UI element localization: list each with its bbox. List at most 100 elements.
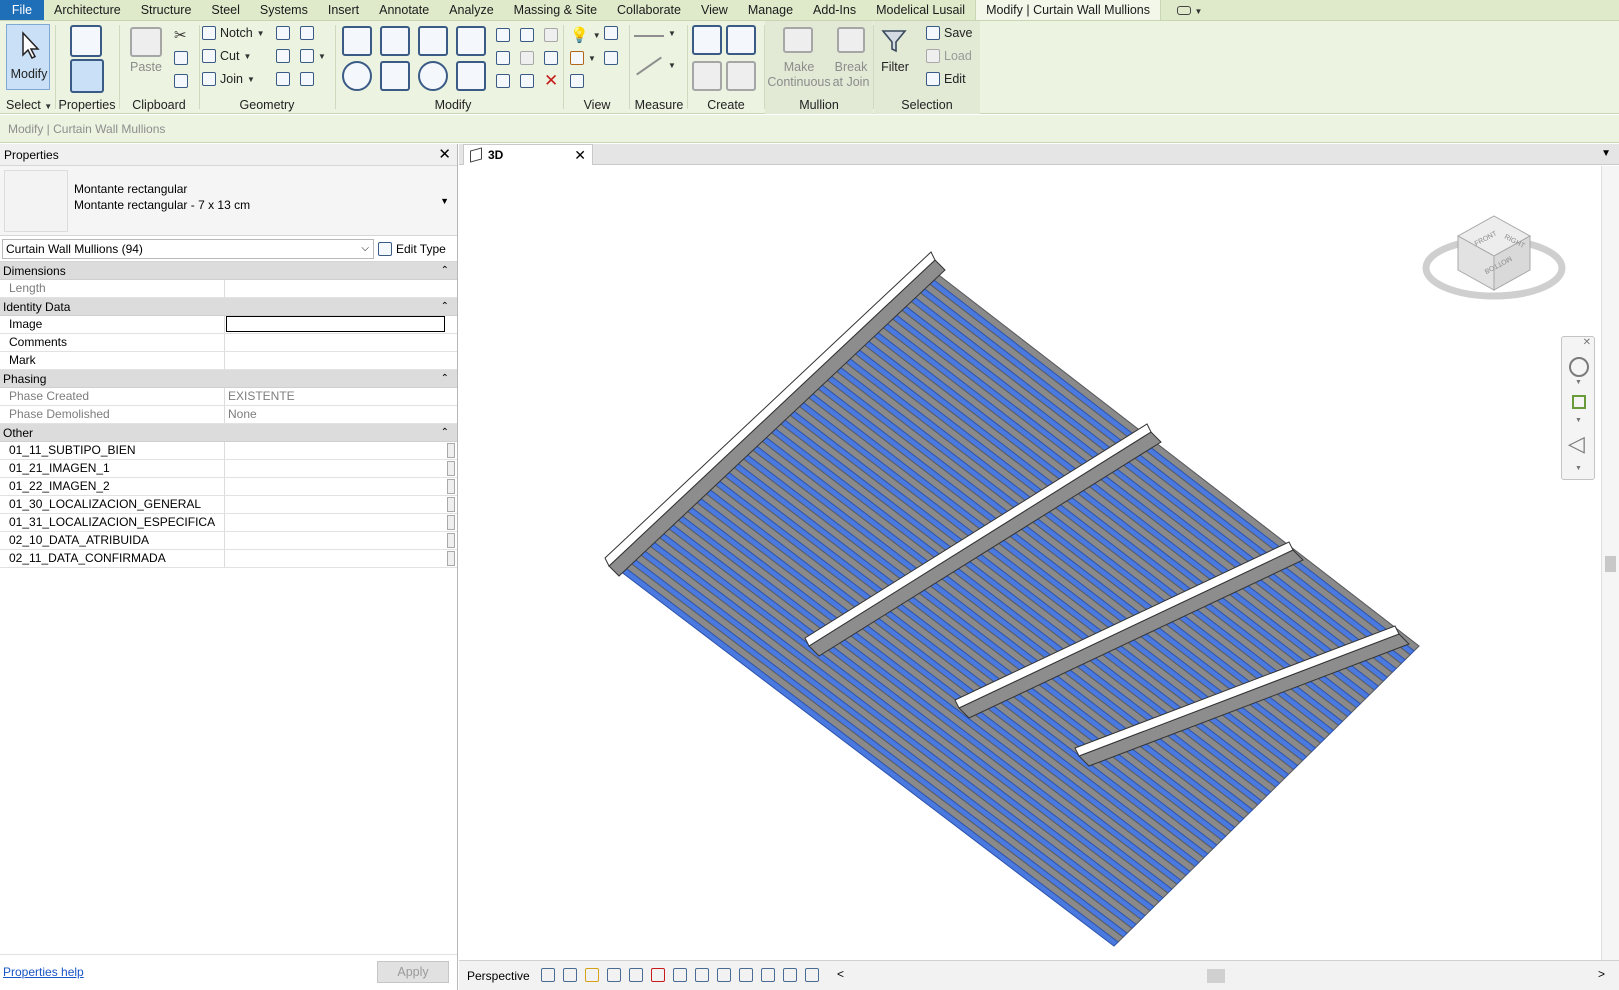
match-properties-button[interactable]: [174, 74, 188, 88]
highlight-displacement-icon[interactable]: [805, 968, 819, 982]
detail-level-icon[interactable]: [541, 968, 555, 982]
edit-type-button[interactable]: Edit Type: [378, 239, 454, 259]
scroll-left-arrow-icon[interactable]: <: [837, 967, 844, 981]
property-value-cell[interactable]: [225, 532, 457, 549]
property-value-cell[interactable]: [225, 460, 457, 477]
select-dropdown[interactable]: Select ▼: [0, 98, 54, 112]
associate-parameter-button[interactable]: [447, 461, 455, 476]
edit-selection-button[interactable]: Edit: [926, 72, 966, 86]
tab-systems[interactable]: Systems: [250, 0, 318, 20]
trim-single-button[interactable]: [496, 74, 510, 88]
vertical-scrollbar[interactable]: [1601, 166, 1619, 960]
viewcube[interactable]: FRONT RIGHT BOTTOM: [1420, 210, 1568, 310]
properties-icon[interactable]: [70, 59, 104, 93]
tab-modelical-lusail[interactable]: Modelical Lusail: [866, 0, 975, 20]
associate-parameter-button[interactable]: [447, 533, 455, 548]
tab-annotate[interactable]: Annotate: [369, 0, 439, 20]
filter-button[interactable]: Filter: [876, 60, 914, 74]
cut-clipboard-button[interactable]: ✂: [174, 26, 187, 44]
view-scale-perspective[interactable]: Perspective: [467, 969, 530, 983]
reveal-hidden-icon[interactable]: [739, 968, 753, 982]
image-value-input[interactable]: [226, 316, 445, 332]
tab-manage[interactable]: Manage: [738, 0, 803, 20]
copy-element-icon[interactable]: [380, 61, 410, 91]
notch-button[interactable]: Notch ▼: [202, 26, 265, 40]
orbit-icon[interactable]: ◁: [1568, 431, 1585, 457]
section-dimensions[interactable]: Dimensions ⌃: [0, 262, 457, 280]
trim-extend-icon[interactable]: [456, 61, 486, 91]
close-icon[interactable]: ✕: [1583, 337, 1591, 348]
unpin-button[interactable]: [544, 28, 558, 42]
break-at-join-button[interactable]: Break at Join: [831, 60, 871, 90]
close-icon[interactable]: ✕: [438, 144, 451, 166]
associate-parameter-button[interactable]: [447, 515, 455, 530]
shadows-icon[interactable]: [607, 968, 621, 982]
section-identity-data[interactable]: Identity Data ⌃: [0, 298, 457, 316]
section-phasing[interactable]: Phasing ⌃: [0, 370, 457, 388]
tab-steel[interactable]: Steel: [201, 0, 250, 20]
tab-3d-view[interactable]: 3D ✕: [463, 144, 593, 165]
tab-architecture[interactable]: Architecture: [44, 0, 131, 20]
lock-3d-view-icon[interactable]: [695, 968, 709, 982]
chevron-down-icon[interactable]: ▼: [1575, 465, 1582, 472]
horizontal-scrollbar-thumb[interactable]: [1207, 969, 1225, 983]
zoom-icon[interactable]: [1572, 395, 1586, 409]
split-face-button[interactable]: [300, 26, 314, 40]
hide-in-view-button[interactable]: 💡 ▼: [570, 26, 601, 44]
tab-analyze[interactable]: Analyze: [439, 0, 503, 20]
ribbon-display-toggle[interactable]: ▼: [1171, 0, 1208, 20]
type-properties-icon[interactable]: [70, 25, 102, 57]
scale-button[interactable]: [520, 51, 534, 65]
split-element-button[interactable]: [496, 28, 510, 42]
temporary-hide-icon[interactable]: [717, 968, 731, 982]
make-continuous-button[interactable]: Make Continuous: [767, 60, 831, 90]
demolish-button[interactable]: ▼: [300, 49, 326, 63]
line-style-button[interactable]: [604, 51, 618, 65]
type-selector[interactable]: Montante rectangular Montante rectangula…: [0, 166, 457, 236]
associate-parameter-button[interactable]: [447, 497, 455, 512]
hammer-button[interactable]: [300, 72, 314, 86]
create-assembly-icon[interactable]: [692, 25, 722, 55]
mark-value[interactable]: [225, 352, 457, 369]
paste-label[interactable]: Paste: [128, 60, 164, 74]
chevron-down-icon[interactable]: ▼: [1575, 379, 1582, 386]
mirror-draw-icon[interactable]: [456, 26, 486, 56]
visual-style-icon[interactable]: [563, 968, 577, 982]
steering-wheel-icon[interactable]: [1569, 357, 1589, 377]
override-graphics-button[interactable]: [604, 26, 618, 40]
wall-joins-button[interactable]: [276, 26, 290, 40]
paste-icon[interactable]: [130, 27, 162, 57]
section-other[interactable]: Other ⌃: [0, 424, 457, 442]
selection-box-button[interactable]: [570, 74, 584, 88]
crop-view-icon[interactable]: [651, 968, 665, 982]
chevron-down-icon[interactable]: ▼: [440, 196, 449, 206]
instance-filter-dropdown[interactable]: Curtain Wall Mullions (94) ⌵: [2, 239, 374, 259]
view-list-dropdown-icon[interactable]: ▼: [1601, 148, 1611, 159]
scroll-right-arrow-icon[interactable]: >: [1598, 967, 1605, 981]
break-at-join-icon[interactable]: [837, 27, 865, 53]
property-value-cell[interactable]: [225, 514, 457, 531]
tab-massing-site[interactable]: Massing & Site: [504, 0, 607, 20]
save-selection-button[interactable]: Save: [926, 26, 973, 40]
beam-column-joins-button[interactable]: [276, 72, 290, 86]
pin-button[interactable]: [544, 51, 558, 65]
create-group-icon[interactable]: [692, 61, 722, 91]
property-value-cell[interactable]: [225, 478, 457, 495]
property-value-cell[interactable]: [225, 550, 457, 567]
collapse-icon[interactable]: ⌃: [441, 424, 449, 442]
collapse-icon[interactable]: ⌃: [441, 298, 449, 316]
temporary-view-properties-icon[interactable]: [761, 968, 775, 982]
cut-geometry-button[interactable]: Cut ▼: [202, 49, 251, 63]
associate-parameter-button[interactable]: [447, 551, 455, 566]
split-gap-button[interactable]: [520, 28, 534, 42]
trim-multiple-button[interactable]: [520, 74, 534, 88]
make-continuous-icon[interactable]: [783, 27, 813, 53]
load-selection-button[interactable]: Load: [926, 49, 972, 63]
modify-button[interactable]: Modify: [6, 24, 50, 90]
property-value-cell[interactable]: [225, 496, 457, 513]
delete-button[interactable]: ✕: [544, 71, 558, 91]
apply-button[interactable]: Apply: [377, 961, 449, 983]
dimension-button[interactable]: ▼: [634, 56, 676, 75]
tab-modify-curtain-wall-mullions[interactable]: Modify | Curtain Wall Mullions: [975, 0, 1162, 20]
tab-structure[interactable]: Structure: [131, 0, 202, 20]
